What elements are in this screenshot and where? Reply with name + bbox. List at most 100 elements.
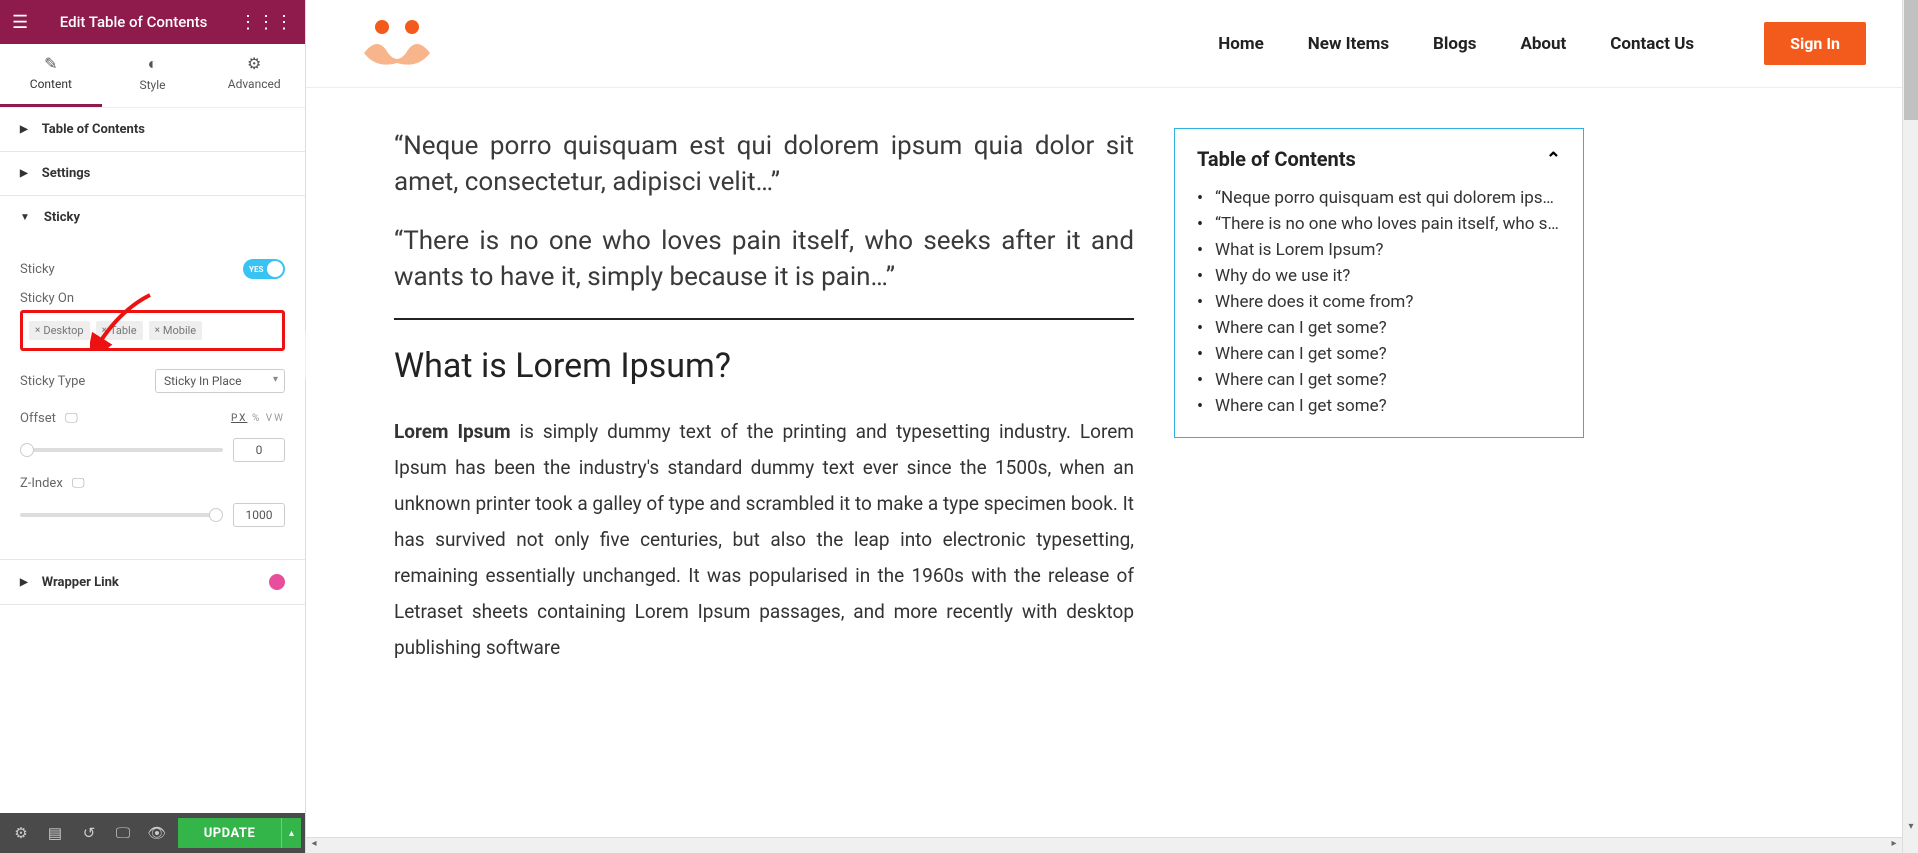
unit-px[interactable]: PX	[231, 413, 247, 424]
settings-icon[interactable]: ⚙	[4, 813, 38, 853]
zindex-slider[interactable]	[20, 513, 223, 517]
panel-title: Edit Table of Contents	[28, 13, 239, 31]
page-content: “Neque porro quisquam est qui dolorem ip…	[306, 88, 1918, 706]
toc-item[interactable]: “There is no one who loves pain itself, …	[1197, 211, 1561, 237]
site-header: Home New Items Blogs About Contact Us Si…	[306, 0, 1918, 88]
toc-item[interactable]: Where does it come from?	[1197, 289, 1561, 315]
section-table-of-contents: ▶ Table of Contents	[0, 108, 305, 152]
section-sticky: ▼ Sticky Sticky YES Sticky On ×Desktop ×…	[0, 196, 305, 560]
section-settings: ▶ Settings	[0, 152, 305, 196]
sticky-type-select[interactable]: Sticky In Place	[155, 369, 285, 393]
slider-handle[interactable]	[209, 508, 223, 522]
sticky-toggle[interactable]: YES	[243, 259, 285, 279]
zindex-slider-row	[20, 503, 285, 527]
caret-right-icon: ▶	[20, 168, 28, 179]
history-icon[interactable]: ↺	[72, 813, 106, 853]
section-title: Wrapper Link	[42, 575, 119, 590]
select-value: Sticky In Place	[164, 374, 242, 388]
chevron-up-icon[interactable]: ⌃	[1546, 149, 1561, 170]
pencil-icon: ✎	[0, 54, 102, 73]
heading-what-is-lorem: What is Lorem Ipsum?	[394, 346, 1134, 386]
offset-units: PX % VW	[231, 413, 285, 424]
toc-item[interactable]: Where can I get some?	[1197, 393, 1561, 419]
section-toggle-toc[interactable]: ▶ Table of Contents	[0, 108, 305, 151]
row-sticky-type: Sticky Type Sticky In Place	[20, 369, 285, 393]
tab-advanced[interactable]: ⚙ Advanced	[203, 44, 305, 107]
divider	[394, 318, 1134, 320]
preview-page: Home New Items Blogs About Contact Us Si…	[306, 0, 1918, 853]
section-toggle-settings[interactable]: ▶ Settings	[0, 152, 305, 195]
offset-input[interactable]	[233, 438, 285, 462]
update-button[interactable]: UPDATE	[178, 818, 281, 848]
desktop-icon[interactable]: 🖵	[65, 411, 78, 426]
section-toggle-sticky[interactable]: ▼ Sticky	[0, 196, 305, 239]
sticky-on-devices[interactable]: ×Desktop ×Table ×Mobile	[20, 310, 285, 351]
device-tag-table[interactable]: ×Table	[96, 321, 143, 340]
horizontal-scrollbar[interactable]: ◂ ▸	[306, 837, 1902, 853]
tab-style[interactable]: ◐ Style	[102, 44, 204, 107]
slider-handle[interactable]	[20, 443, 34, 457]
nav-blogs[interactable]: Blogs	[1433, 34, 1476, 54]
editor-tabs: ✎ Content ◐ Style ⚙ Advanced	[0, 44, 305, 108]
section-toggle-wrapper-link[interactable]: ▶ Wrapper Link	[0, 560, 305, 604]
caret-down-icon: ▼	[20, 212, 30, 223]
scroll-down-icon[interactable]: ▾	[1903, 821, 1918, 837]
site-logo[interactable]	[358, 17, 436, 71]
section-title: Table of Contents	[42, 122, 145, 137]
update-dropdown[interactable]: ▴	[281, 818, 301, 848]
quote-2: “There is no one who loves pain itself, …	[394, 223, 1134, 296]
scroll-right-icon[interactable]: ▸	[1886, 838, 1902, 853]
offset-label: Offset 🖵	[20, 411, 78, 426]
unit-pct[interactable]: %	[252, 413, 261, 424]
desktop-icon[interactable]: 🖵	[72, 476, 85, 491]
body-text: is simply dummy text of the printing and…	[394, 420, 1134, 660]
article: “Neque porro quisquam est qui dolorem ip…	[394, 128, 1134, 666]
unit-vw[interactable]: VW	[266, 413, 285, 424]
remove-tag-icon[interactable]: ×	[35, 325, 40, 336]
nav-contact[interactable]: Contact Us	[1610, 34, 1694, 54]
nav-about[interactable]: About	[1520, 34, 1566, 54]
device-tag-mobile[interactable]: ×Mobile	[149, 321, 203, 340]
scroll-thumb[interactable]	[1904, 0, 1918, 120]
offset-slider-row	[20, 438, 285, 462]
lead-bold: Lorem Ipsum	[394, 420, 511, 443]
section-wrapper-link: ▶ Wrapper Link	[0, 560, 305, 605]
main-nav: Home New Items Blogs About Contact Us	[1218, 34, 1694, 54]
toc-item[interactable]: What is Lorem Ipsum?	[1197, 237, 1561, 263]
offset-slider[interactable]	[20, 448, 223, 452]
zindex-label: Z-Index 🖵	[20, 476, 85, 491]
toc-widget[interactable]: Table of Contents ⌃ “Neque porro quisqua…	[1174, 128, 1584, 438]
quote-1: “Neque porro quisquam est qui dolorem ip…	[394, 128, 1134, 201]
remove-tag-icon[interactable]: ×	[102, 325, 107, 336]
toggle-text: YES	[249, 265, 263, 274]
row-offset: Offset 🖵 PX % VW	[20, 411, 285, 426]
toc-item[interactable]: Where can I get some?	[1197, 367, 1561, 393]
menu-icon[interactable]: ☰	[12, 12, 28, 33]
zindex-input[interactable]	[233, 503, 285, 527]
ea-badge-icon	[269, 574, 285, 590]
signin-button[interactable]: Sign In	[1764, 22, 1866, 65]
nav-home[interactable]: Home	[1218, 34, 1264, 54]
toc-item[interactable]: Why do we use it?	[1197, 263, 1561, 289]
navigator-icon[interactable]: ▤	[38, 813, 72, 853]
toc-item[interactable]: Where can I get some?	[1197, 341, 1561, 367]
nav-new-items[interactable]: New Items	[1308, 34, 1389, 54]
preview-icon[interactable]: 👁	[140, 813, 174, 853]
sticky-type-label: Sticky Type	[20, 374, 85, 389]
toc-header: Table of Contents ⌃	[1197, 147, 1561, 171]
responsive-icon[interactable]: 🖵	[106, 813, 140, 853]
scroll-left-icon[interactable]: ◂	[306, 838, 322, 853]
apps-grid-icon[interactable]: ⋮⋮⋮	[239, 12, 293, 33]
vertical-scrollbar[interactable]: ▴ ▾	[1902, 0, 1918, 853]
gear-icon: ⚙	[203, 54, 305, 73]
toc-item[interactable]: “Neque porro quisquam est qui dolorem ip…	[1197, 185, 1561, 211]
toc-item[interactable]: Where can I get some?	[1197, 315, 1561, 341]
remove-tag-icon[interactable]: ×	[155, 325, 160, 336]
sticky-label: Sticky	[20, 262, 55, 277]
sticky-body: Sticky YES Sticky On ×Desktop ×Table ×Mo…	[0, 239, 305, 559]
row-sticky-on: Sticky On	[20, 291, 285, 306]
tab-content[interactable]: ✎ Content	[0, 44, 102, 107]
sticky-on-label: Sticky On	[20, 291, 74, 306]
article-body: Lorem Ipsum is simply dummy text of the …	[394, 414, 1134, 667]
device-tag-desktop[interactable]: ×Desktop	[29, 321, 90, 340]
